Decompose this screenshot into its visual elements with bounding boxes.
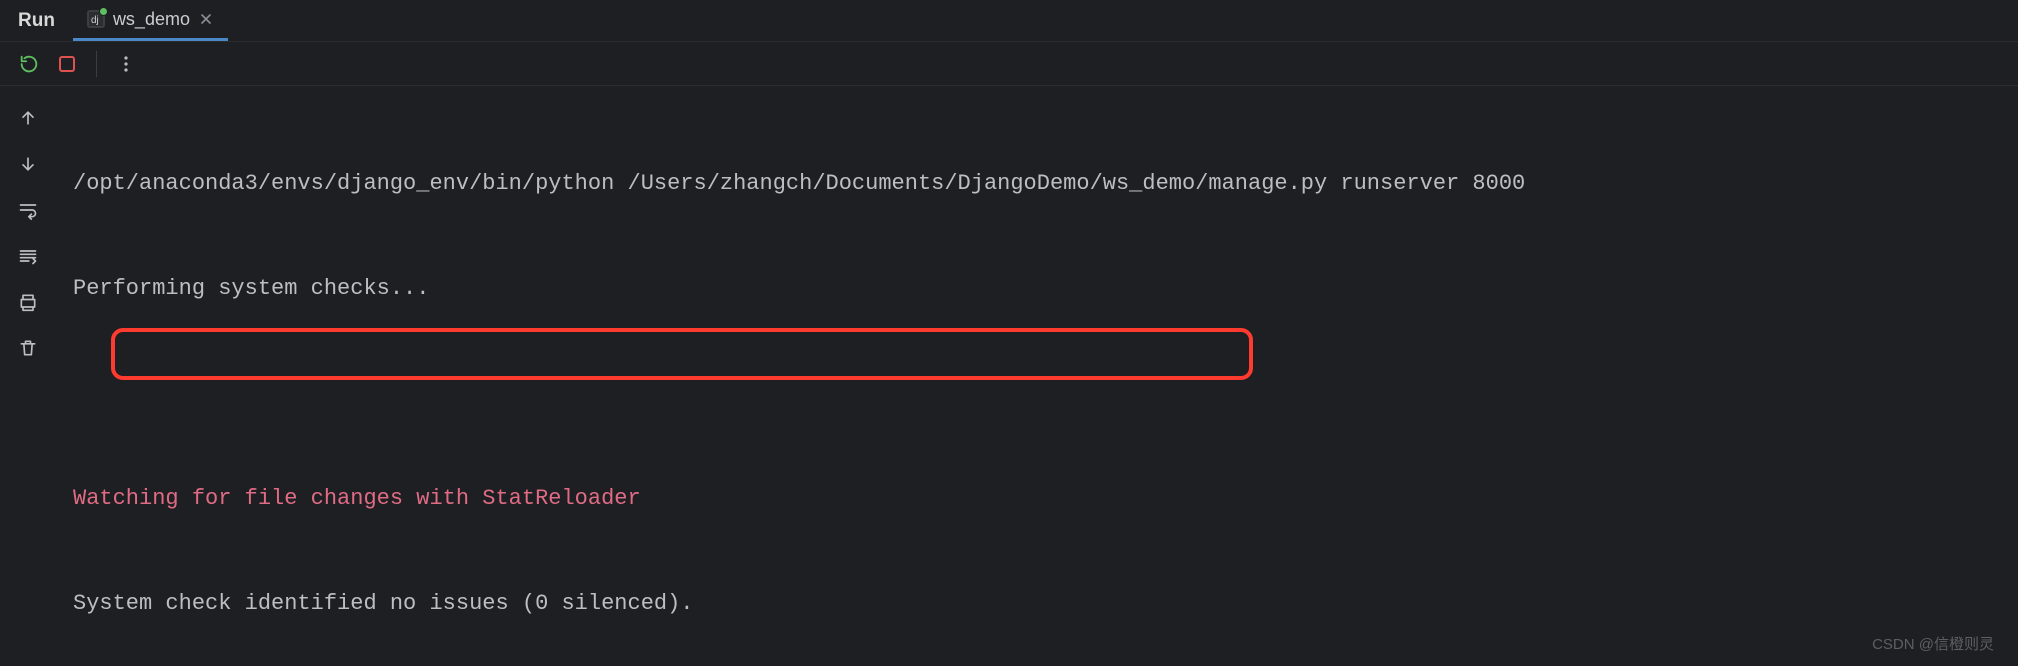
toolbar-separator	[96, 51, 97, 77]
up-stack-button[interactable]	[10, 100, 46, 136]
running-indicator-dot	[99, 7, 108, 16]
console-gutter	[0, 86, 55, 666]
clear-button[interactable]	[10, 330, 46, 366]
close-icon[interactable]	[198, 11, 214, 27]
console-line: Watching for file changes with StatReloa…	[73, 481, 2014, 516]
console-line	[73, 376, 2014, 411]
scroll-to-end-button[interactable]	[10, 238, 46, 274]
run-toolbar	[0, 42, 2018, 86]
run-body: /opt/anaconda3/envs/django_env/bin/pytho…	[0, 86, 2018, 666]
tab-ws-demo[interactable]: dj ws_demo	[73, 0, 228, 41]
console-line: Performing system checks...	[73, 271, 2014, 306]
rerun-button[interactable]	[12, 47, 46, 81]
svg-text:dj: dj	[91, 15, 99, 26]
console-line: System check identified no issues (0 sil…	[73, 586, 2014, 621]
print-button[interactable]	[10, 284, 46, 320]
more-actions-button[interactable]	[109, 47, 143, 81]
panel-title: Run	[0, 0, 73, 41]
tab-label: ws_demo	[113, 9, 190, 30]
django-icon: dj	[87, 10, 105, 28]
console-line: /opt/anaconda3/envs/django_env/bin/pytho…	[73, 166, 2014, 201]
run-tab-bar: Run dj ws_demo	[0, 0, 2018, 42]
stop-button[interactable]	[50, 47, 84, 81]
highlight-box	[111, 328, 1253, 380]
console-output[interactable]: /opt/anaconda3/envs/django_env/bin/pytho…	[55, 86, 2018, 666]
soft-wrap-button[interactable]	[10, 192, 46, 228]
watermark: CSDN @信橙则灵	[1872, 633, 1994, 654]
down-stack-button[interactable]	[10, 146, 46, 182]
